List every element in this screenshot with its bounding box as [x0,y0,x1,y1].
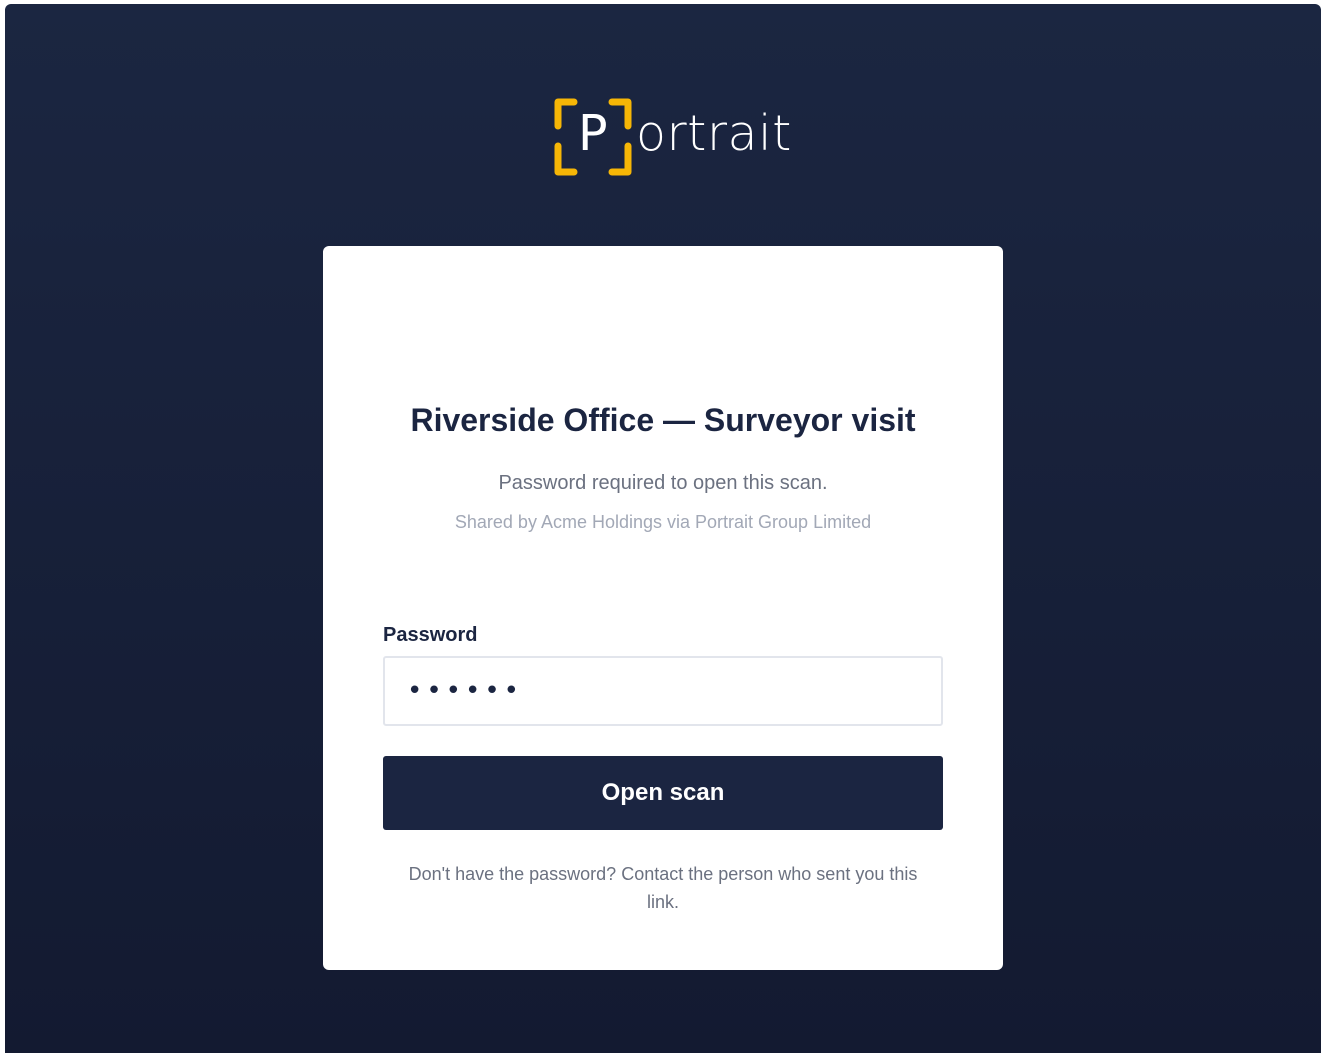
password-required-text: Password required to open this scan. [498,472,828,494]
password-card: Riverside Office — Surveyor visit Passwo… [323,246,1003,970]
logo-wordmark: ortrait [636,105,792,162]
open-scan-button[interactable]: Open scan [383,756,943,830]
page-background: P ortrait Riverside Office — Surveyor vi… [5,4,1321,1053]
help-text: Don't have the password? Contact the per… [408,864,918,912]
password-field[interactable] [383,656,943,726]
password-label: Password [383,624,478,646]
logo-letter: P [578,105,608,162]
portrait-logo: P ortrait [548,96,791,180]
scan-title: Riverside Office — Surveyor visit [410,402,916,438]
shared-by-text: Shared by Acme Holdings via Portrait Gro… [454,512,872,532]
